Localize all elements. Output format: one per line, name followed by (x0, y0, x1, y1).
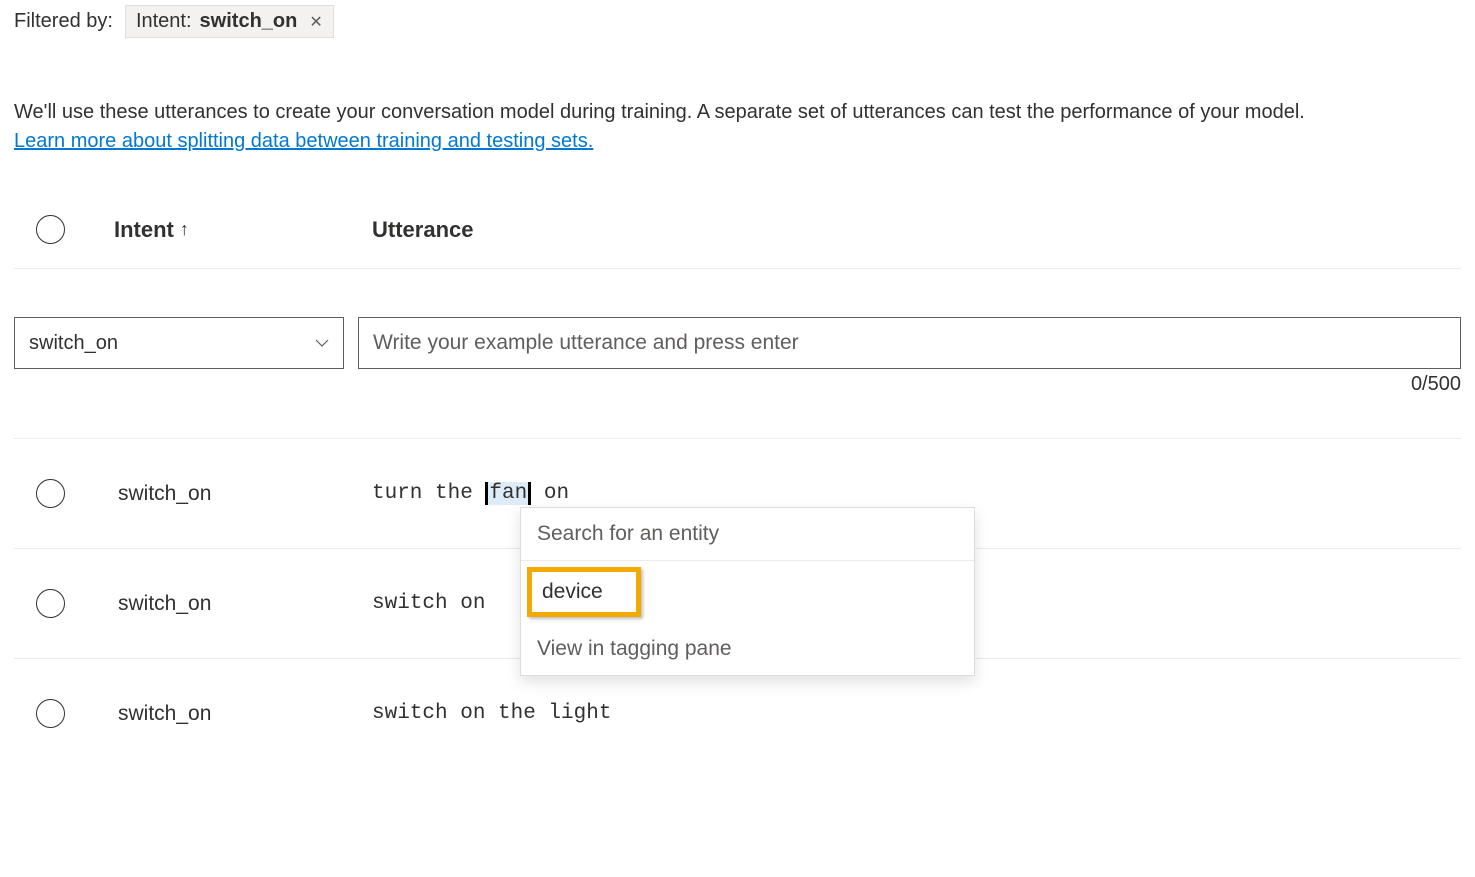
row-utterance[interactable]: turn the fan on (372, 482, 1461, 505)
view-tagging-pane-option[interactable]: View in tagging pane (521, 623, 974, 675)
select-all-radio[interactable] (36, 215, 65, 244)
filter-chip-value: switch_on (200, 10, 298, 33)
row-intent: switch_on (114, 482, 372, 506)
utterance-text-pre: turn the (372, 482, 485, 505)
filter-chip[interactable]: Intent: switch_on ✕ (125, 5, 334, 38)
intent-header-label: Intent (114, 217, 174, 243)
utterance-column-header[interactable]: Utterance (372, 217, 1461, 243)
row-utterance[interactable]: switch on the light (372, 702, 1461, 725)
chevron-down-icon (315, 335, 329, 351)
row-intent: switch_on (114, 702, 372, 726)
row-select-radio[interactable] (36, 479, 65, 508)
sort-ascending-icon: ↑ (180, 219, 189, 240)
entity-token-highlight[interactable]: fan (485, 482, 531, 505)
entity-search-input[interactable] (521, 508, 974, 561)
char-count: 0/500 (1411, 373, 1461, 396)
filter-chip-prefix: Intent: (136, 10, 192, 33)
filter-label: Filtered by: (14, 10, 113, 33)
description-text: We'll use these utterances to create you… (14, 98, 1461, 126)
input-row: switch_on 0/500 (14, 269, 1461, 396)
table-row: switch_on turn the fan on device View in… (14, 439, 1461, 549)
utterance-input[interactable] (358, 317, 1461, 369)
row-select-radio[interactable] (36, 699, 65, 728)
filter-bar: Filtered by: Intent: switch_on ✕ (14, 5, 1461, 38)
intent-selected-value: switch_on (29, 332, 118, 355)
close-icon[interactable]: ✕ (309, 12, 322, 32)
table-header: Intent ↑ Utterance (14, 153, 1461, 269)
entity-option-device[interactable]: device (527, 567, 641, 617)
utterance-text-post: on (531, 482, 569, 505)
intent-column-header[interactable]: Intent ↑ (114, 217, 372, 243)
entity-picker-popup: device View in tagging pane (520, 507, 975, 676)
row-intent: switch_on (114, 592, 372, 616)
intent-dropdown[interactable]: switch_on (14, 317, 344, 369)
row-select-radio[interactable] (36, 589, 65, 618)
learn-more-link[interactable]: Learn more about splitting data between … (14, 130, 593, 152)
